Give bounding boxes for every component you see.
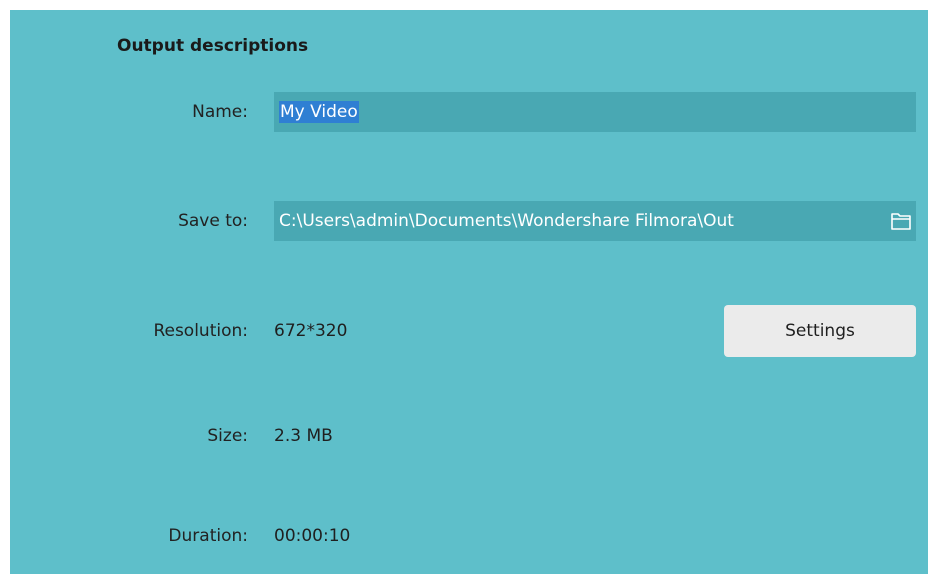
save-to-label: Save to: [178, 211, 248, 231]
name-input[interactable]: My Video [274, 92, 916, 132]
folder-icon[interactable] [886, 201, 916, 241]
save-to-path: C:\Users\admin\Documents\Wondershare Fil… [279, 211, 734, 231]
output-panel: Output descriptions Name: My Video Save … [10, 10, 928, 574]
save-to-field[interactable]: C:\Users\admin\Documents\Wondershare Fil… [274, 201, 916, 241]
resolution-label: Resolution: [153, 321, 248, 341]
name-label: Name: [192, 102, 248, 122]
name-input-value: My Video [279, 101, 359, 123]
duration-value: 00:00:10 [274, 526, 351, 546]
resolution-value: 672*320 [274, 321, 348, 341]
size-value: 2.3 MB [274, 426, 333, 446]
size-label: Size: [207, 426, 248, 446]
settings-button[interactable]: Settings [724, 305, 916, 357]
section-title: Output descriptions [117, 36, 309, 56]
duration-label: Duration: [168, 526, 248, 546]
